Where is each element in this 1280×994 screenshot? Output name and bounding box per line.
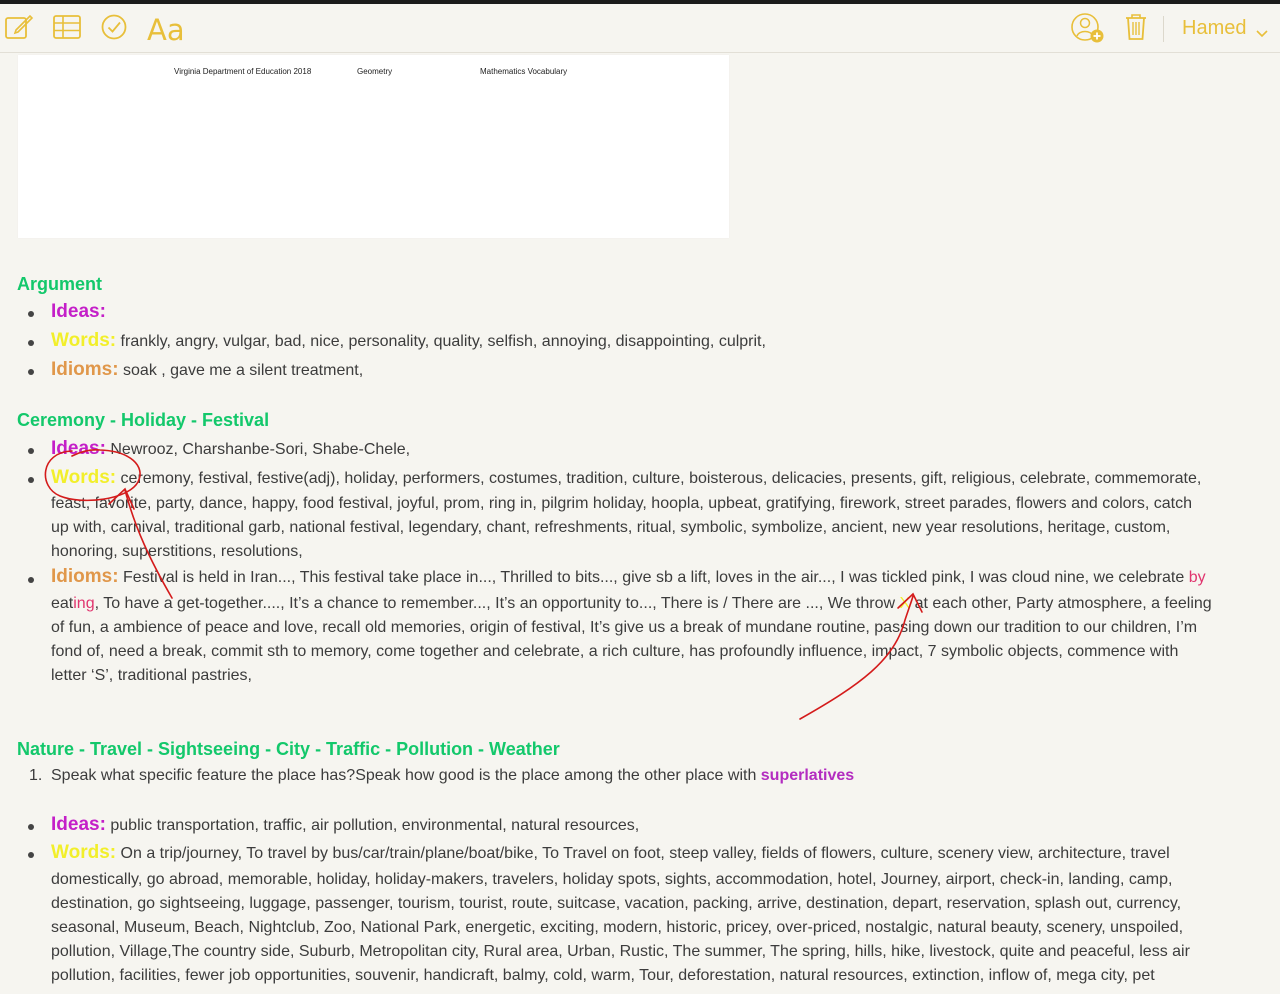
ceremony-words-line: Words: ceremony, festival, festive(adj),… (51, 467, 1201, 489)
nature-words-text: On a trip/journey, To travel by bus/car/… (120, 845, 1170, 862)
idiom-fragment: eat (51, 595, 74, 612)
table-icon[interactable] (52, 12, 82, 42)
ceremony-words-text: ceremony, festival, festive(adj), holida… (120, 470, 1202, 487)
bullet-dot (28, 852, 34, 858)
highlighted-word: by (1188, 569, 1206, 586)
bullet-dot (28, 369, 34, 375)
ideas-label: Ideas: (51, 438, 106, 459)
highlighted-suffix: ing (73, 595, 95, 612)
bullet-dot (28, 340, 34, 346)
argument-words-text: frankly, angry, vulgar, bad, nice, perso… (120, 333, 766, 350)
user-menu-button[interactable]: Hamed (1182, 17, 1246, 40)
ceremony-idioms-line: Idioms: Festival is held in Iran..., Thi… (51, 566, 1206, 588)
words-label: Words: (51, 467, 117, 488)
nature-ideas-line: Ideas: public transportation, traffic, a… (51, 814, 639, 836)
pdf-header-source: Virginia Department of Education 2018 (174, 67, 312, 76)
ceremony-idioms-text: eating, To have a get-together...., It’s… (51, 595, 1212, 613)
nature-words-text: domestically, go abroad, memorable, holi… (51, 871, 1173, 888)
pdf-header-subject: Geometry (357, 67, 393, 76)
pdf-header-title: Mathematics Vocabulary (480, 67, 568, 76)
nature-words-text: seasonal, Museum, Beach, Nightclub, Zoo,… (51, 919, 1184, 936)
argument-idioms-text: soak , gave me a silent treatment, (123, 362, 364, 379)
compose-icon[interactable] (4, 12, 34, 42)
nature-words-text: destination, go sightseeing, luggage, pa… (51, 895, 1182, 912)
bullet-dot (28, 577, 34, 583)
add-person-icon[interactable] (1069, 12, 1107, 43)
argument-words-line: Words: frankly, angry, vulgar, bad, nice… (51, 330, 766, 352)
words-label: Words: (51, 330, 117, 351)
nature-words-line: Words: On a trip/journey, To travel by b… (51, 842, 1170, 864)
idioms-label: Idioms: (51, 359, 119, 380)
section-heading-ceremony: Ceremony - Holiday - Festival (17, 410, 270, 430)
ideas-label: Ideas: (51, 814, 106, 835)
bullet-dot (28, 477, 34, 483)
ceremony-ideas-line: Ideas: Newrooz, Charshanbe-Sori, Shabe-C… (51, 438, 410, 460)
section-heading-argument: Argument (17, 274, 102, 294)
toolbar: Aa Hamed (0, 4, 1280, 53)
ideas-label: Ideas: (51, 301, 106, 322)
ceremony-words-text: honoring, superstitions, resolutions, (51, 543, 303, 560)
ceremony-idioms-text: Festival is held in Iran..., This festiv… (123, 569, 1189, 586)
idiom-fragment: at each other, Party atmosphere, a feeli… (910, 595, 1212, 612)
highlighted-placeholder: X (899, 595, 911, 612)
bullet-dot (28, 448, 34, 454)
idioms-label: Idioms: (51, 566, 119, 587)
format-icon[interactable]: Aa (147, 13, 185, 47)
argument-idioms-line: Idioms: soak , gave me a silent treatmen… (51, 359, 363, 381)
bullet-dot (28, 824, 34, 830)
ceremony-words-text: feast, favorite, party, dance, happy, fo… (51, 495, 1193, 512)
ceremony-idioms-text: fond of, need a break, commit sth to mem… (51, 643, 1179, 660)
checklist-icon[interactable] (100, 12, 130, 42)
list-item-text: Speak what specific feature the place ha… (51, 767, 761, 784)
bullet-dot (28, 311, 34, 317)
nature-ideas-text: public transportation, traffic, air poll… (110, 817, 640, 834)
nature-words-text: pollution, facilities, fewer job opportu… (51, 967, 1155, 984)
section-heading-nature: Nature - Travel - Sightseeing - City - T… (17, 739, 560, 759)
ceremony-idioms-text: of fun, a ambience of peace and love, re… (51, 619, 1198, 636)
idiom-fragment: , To have a get-together...., It’s a cha… (94, 595, 900, 612)
embedded-pdf-page[interactable]: Virginia Department of Education 2018 Ge… (18, 55, 729, 238)
highlighted-word: superlatives (760, 767, 855, 784)
nature-words-text: pollution, Village,The country side, Sub… (51, 943, 1190, 960)
trash-icon[interactable] (1124, 12, 1148, 42)
toolbar-divider (1163, 16, 1164, 42)
ceremony-words-text: up with, carnival, traditional garb, nat… (51, 519, 1171, 536)
words-label: Words: (51, 842, 117, 863)
list-number: 1. (29, 767, 43, 784)
argument-ideas-line: Ideas: (51, 301, 106, 323)
ceremony-ideas-text: Newrooz, Charshanbe-Sori, Shabe-Chele, (110, 441, 411, 458)
ceremony-idioms-text: letter ‘S’, traditional pastries, (51, 667, 252, 684)
chevron-down-icon[interactable] (1256, 25, 1268, 43)
nature-list-item: Speak what specific feature the place ha… (51, 767, 854, 785)
